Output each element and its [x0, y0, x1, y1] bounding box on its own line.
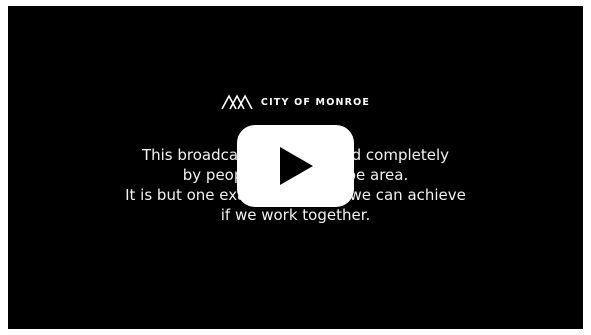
- logo-text: CITY OF MONROE: [260, 96, 371, 108]
- page-frame: CITY OF MONROE This broadcast was produc…: [0, 0, 591, 335]
- play-button[interactable]: [237, 125, 354, 207]
- message-line: if we work together.: [220, 206, 371, 224]
- play-icon[interactable]: [278, 146, 314, 186]
- city-logo: CITY OF MONROE: [8, 94, 583, 110]
- monroe-mountains-logo-icon: [221, 94, 253, 110]
